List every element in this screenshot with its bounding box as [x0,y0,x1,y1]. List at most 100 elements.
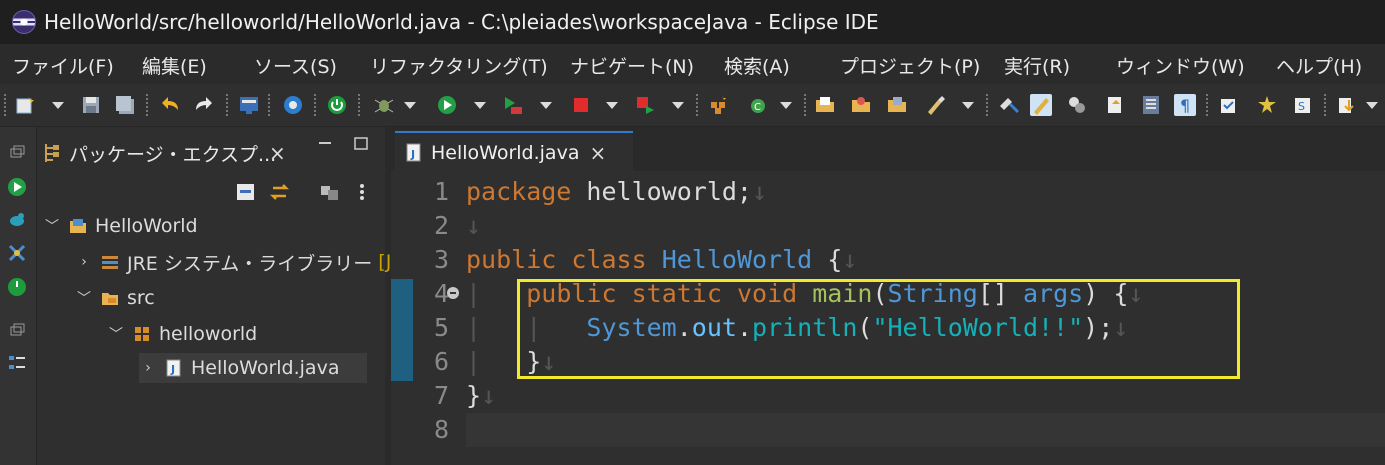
run-icon[interactable] [436,94,458,116]
toolbar-separator [226,94,228,116]
search-icon[interactable] [998,94,1020,116]
menu-refactor[interactable]: リファクタリング(T) [370,52,548,79]
tree-item-label: JRE システム・ライブラリー [127,252,373,275]
line-number: 3 [433,245,449,274]
refresh-icon[interactable]: C [748,94,770,116]
toggle-icon[interactable] [1066,94,1088,116]
run-server-dropdown-icon[interactable] [540,102,552,109]
brush-icon[interactable] [924,94,946,116]
tree-item-label: HelloWorld.java [191,357,340,379]
menu-navigate[interactable]: ナビゲート(N) [570,52,694,79]
console-icon[interactable] [238,94,260,116]
filter-icon[interactable] [319,181,341,203]
run-power-icon[interactable] [326,94,348,116]
chevron-down-icon[interactable]: ﹀ [107,324,125,344]
save-all-icon[interactable] [114,94,136,116]
tab-package-explorer[interactable]: パッケージ・エクスプ... [43,133,293,173]
undo-icon[interactable] [160,94,182,116]
restore-icon[interactable] [7,321,27,341]
menu-window[interactable]: ウィンドウ(W) [1116,52,1245,79]
save-step-icon[interactable]: S [1292,94,1314,116]
chevron-down-icon[interactable]: ﹀ [43,216,61,236]
library-icon [102,256,118,269]
line-number: 1 [433,177,449,206]
fold-toggle-icon[interactable] [447,287,459,299]
terminate-icon[interactable] [634,94,656,116]
brush-dropdown-icon[interactable] [962,102,974,109]
terminate-dropdown-icon[interactable] [672,102,684,109]
code-line-7: }↓ [466,379,1143,413]
svg-text:¶: ¶ [1180,96,1190,115]
refresh-dropdown-icon[interactable] [780,102,792,109]
task-icon[interactable] [1218,94,1240,116]
menu-project[interactable]: プロジェクト(P) [840,52,980,79]
code-text: { [812,245,843,274]
settings-icon[interactable] [282,94,304,116]
menu-search[interactable]: 検索(A) [724,52,790,79]
debug-bug-icon[interactable] [372,94,394,116]
tree-item-src[interactable]: ﹀ src [75,283,155,313]
open-resource-icon[interactable] [886,94,908,116]
menu-file[interactable]: ファイル(F) [12,52,114,79]
menu-source[interactable]: ソース(S) [254,52,337,79]
minimize-icon[interactable] [317,137,333,151]
toolbar-separator [146,94,148,116]
toolbar-separator [1206,94,1208,116]
svg-text:C: C [754,102,761,113]
build-icon[interactable] [1256,94,1278,116]
tab-helloworld-java[interactable]: J HelloWorld.java × [395,131,633,173]
download-icon[interactable] [1336,94,1358,116]
package-explorer-toolbar [37,177,385,209]
pilcrow-icon[interactable]: ¶ [1174,94,1196,116]
new-dropdown-icon[interactable] [52,102,64,109]
tree-item-project[interactable]: ﹀ HelloWorld [43,211,198,241]
highlight-icon[interactable] [1030,94,1052,116]
tree-item-jre-library[interactable]: › JRE システム・ライブラリー [J [75,247,391,277]
menu-edit[interactable]: 編集(E) [142,52,207,79]
eclipse-logo-icon [12,10,36,34]
redo-icon[interactable] [192,94,214,116]
close-icon[interactable]: × [589,141,606,165]
outline-icon[interactable] [7,353,27,373]
newline-marker: ↓ [842,245,858,274]
tree-item-label: HelloWorld [95,215,198,237]
close-icon[interactable]: × [269,141,286,165]
download-dropdown-icon[interactable] [1366,102,1378,109]
new-icon[interactable] [14,94,36,116]
tab-label: パッケージ・エクスプ... [69,143,277,166]
run-icon[interactable] [7,177,27,197]
stop-dropdown-icon[interactable] [606,102,618,109]
format-icon[interactable] [1140,94,1162,116]
chevron-right-icon[interactable]: › [75,254,93,270]
view-menu-icon[interactable] [357,181,367,203]
tree-item-package[interactable]: ﹀ helloworld [107,319,257,349]
open-type-icon[interactable] [814,94,836,116]
menu-bar: ファイル(F) 編集(E) ソース(S) リファクタリング(T) ナビゲート(N… [0,44,1385,84]
toolbar-separator [1324,94,1326,116]
window-title: HelloWorld/src/helloworld/HelloWorld.jav… [44,10,879,34]
run-server-icon[interactable] [502,94,524,116]
new-package-icon[interactable] [708,94,730,116]
code-text: } [466,381,482,410]
stop-icon[interactable] [570,94,592,116]
restore-icon[interactable] [7,143,27,163]
menu-help[interactable]: ヘルプ(H) [1276,52,1362,79]
code-text: helloworld; [571,177,752,206]
maximize-icon[interactable] [353,137,369,151]
run-dropdown-icon[interactable] [474,102,486,109]
power-icon[interactable] [7,277,27,297]
collapse-all-icon[interactable] [235,181,257,203]
mark-icon[interactable] [1104,94,1126,116]
chevron-down-icon[interactable]: ﹀ [75,288,93,308]
open-folder-icon[interactable] [850,94,872,116]
tree-item-label: src [127,287,155,309]
cross-icon[interactable] [7,243,27,263]
link-editor-icon[interactable] [269,181,291,203]
debug-dropdown-icon[interactable] [404,102,416,109]
tree-item-java-file[interactable]: › J HelloWorld.java [139,353,367,383]
chevron-right-icon[interactable]: › [139,360,157,376]
debug-icon[interactable] [7,209,27,229]
save-icon[interactable] [80,94,102,116]
menu-run[interactable]: 実行(R) [1004,52,1070,79]
